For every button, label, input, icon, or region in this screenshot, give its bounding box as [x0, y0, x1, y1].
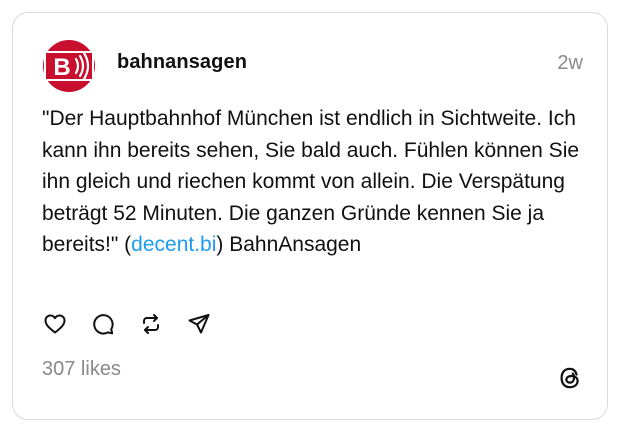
avatar[interactable]: B [42, 39, 96, 93]
post-link[interactable]: decent.bi [131, 233, 216, 256]
share-button[interactable] [186, 311, 212, 337]
post-text-after-link: ) BahnAnsagen [216, 233, 362, 256]
post-card: B bahnansagen 2w "Der Hauptbahnhof Münch… [12, 12, 608, 420]
heart-icon [44, 314, 66, 334]
comment-button[interactable] [90, 311, 116, 337]
post-timestamp[interactable]: 2w [557, 52, 583, 75]
action-bar [42, 311, 212, 337]
likes-count[interactable]: 307 likes [42, 358, 121, 381]
post-text: "Der Hauptbahnhof München ist endlich in… [42, 103, 594, 261]
share-icon [188, 314, 210, 334]
avatar-letter: B [53, 54, 70, 81]
threads-logo-icon [560, 367, 579, 389]
threads-logo[interactable] [557, 365, 583, 391]
username[interactable]: bahnansagen [117, 51, 247, 74]
comment-icon [93, 314, 114, 335]
repost-icon [143, 314, 159, 334]
repost-button[interactable] [138, 311, 164, 337]
bahn-logo-icon: B [42, 39, 96, 93]
like-button[interactable] [42, 311, 68, 337]
